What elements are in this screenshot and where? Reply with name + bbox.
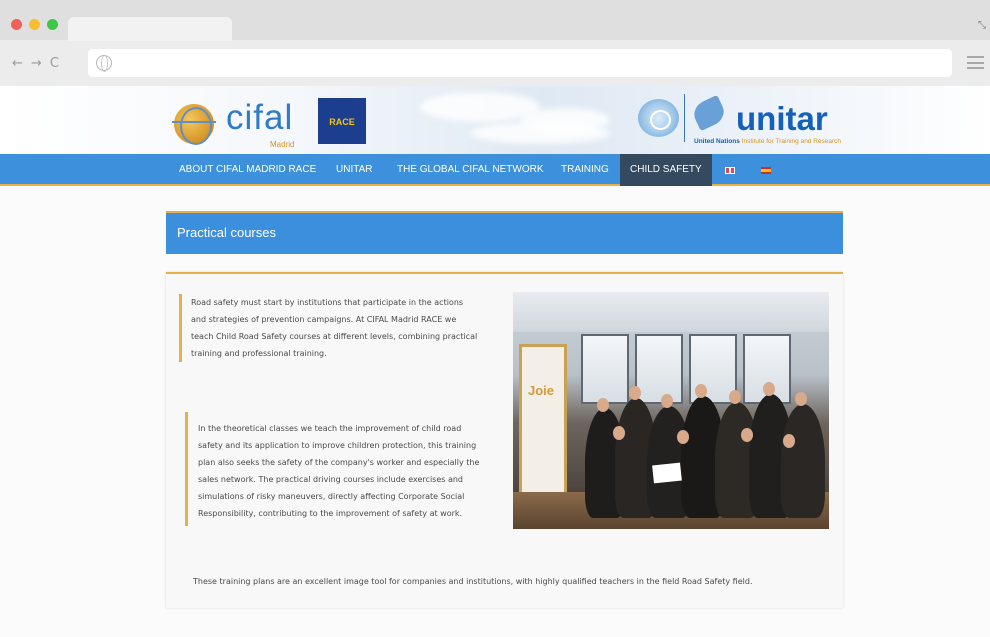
unitar-logo-text[interactable]: unitar — [736, 100, 828, 138]
unitar-subtitle-bold: United Nations — [694, 138, 740, 145]
photo-banner-text: Joie — [528, 383, 555, 398]
english-flag-icon[interactable] — [725, 167, 735, 174]
intro-paragraph: Road safety must start by institutions t… — [179, 294, 479, 362]
content-panel: Road safety must start by institutions t… — [166, 272, 843, 608]
unitar-subtitle-rest: Institute for Training and Research — [741, 138, 842, 145]
forward-arrow-icon[interactable]: → — [31, 56, 46, 71]
address-bar[interactable] — [88, 49, 952, 77]
browser-nav-buttons: ← → C — [12, 56, 67, 71]
maximize-window-button[interactable] — [47, 19, 58, 30]
browser-chrome: ⤡ ← → C — [0, 0, 990, 86]
nav-item-child-safety[interactable]: CHILD SAFETY — [620, 154, 712, 186]
nav-item-global-network[interactable]: THE GLOBAL CIFAL NETWORK — [397, 154, 544, 186]
section-header: Practical courses — [166, 211, 843, 254]
close-window-button[interactable] — [11, 19, 22, 30]
logo-divider — [684, 94, 685, 142]
back-arrow-icon[interactable]: ← — [12, 56, 27, 71]
main-navigation: ABOUT CIFAL MADRID RACE UNITAR THE GLOBA… — [0, 154, 990, 186]
cifal-logo-text: cifal — [226, 98, 294, 137]
group-photo: Joie — [513, 292, 829, 529]
web-page: cifal Madrid RACE unitar United Nations … — [0, 86, 990, 637]
globe-icon — [96, 55, 112, 72]
reload-icon[interactable]: C — [50, 56, 63, 71]
minimize-window-button[interactable] — [29, 19, 40, 30]
un-emblem-icon — [638, 99, 679, 137]
nav-item-training[interactable]: TRAINING — [561, 154, 609, 186]
summary-paragraph: These training plans are an excellent im… — [193, 577, 753, 586]
browser-tab[interactable] — [68, 17, 232, 41]
nav-item-unitar[interactable]: UNITAR — [336, 154, 372, 186]
section-title: Practical courses — [177, 225, 276, 240]
cifal-logo-subtext: Madrid — [270, 140, 295, 149]
site-header: cifal Madrid RACE unitar United Nations … — [0, 86, 990, 154]
browser-tab-bar: ⤡ — [0, 0, 990, 41]
race-logo-text: RACE — [329, 117, 355, 127]
hamburger-menu-icon[interactable] — [967, 56, 984, 69]
dove-icon — [690, 94, 730, 138]
cifal-globe-icon — [172, 104, 216, 145]
resize-icon[interactable]: ⤡ — [978, 20, 986, 31]
photo-crowd — [585, 378, 825, 518]
spanish-flag-icon[interactable] — [761, 167, 771, 174]
theory-paragraph: In the theoretical classes we teach the … — [185, 412, 488, 526]
nav-item-about[interactable]: ABOUT CIFAL MADRID RACE — [179, 154, 316, 186]
unitar-subtitle: United Nations Institute for Training an… — [694, 138, 841, 145]
race-logo[interactable]: RACE — [318, 98, 366, 144]
